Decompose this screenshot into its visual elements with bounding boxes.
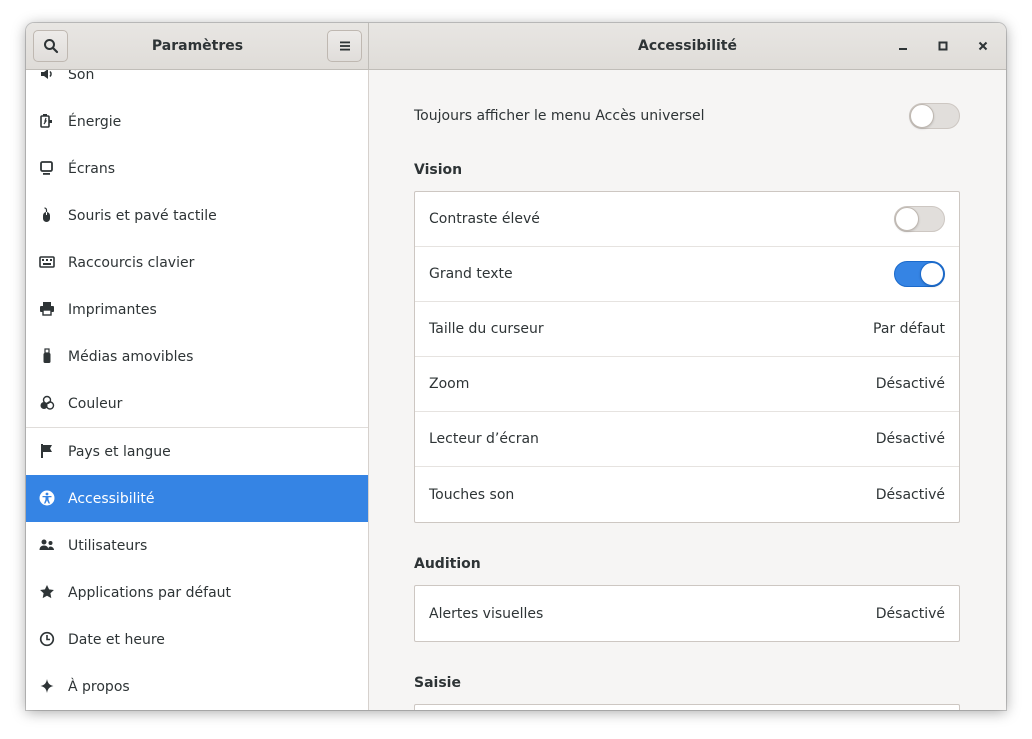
sidebar-item-label: Date et heure (68, 631, 165, 648)
high-contrast-switch[interactable] (894, 206, 945, 232)
sidebar-item-color[interactable]: Couleur (26, 380, 368, 427)
row-label: Contraste élevé (429, 211, 540, 227)
users-icon (39, 537, 55, 553)
row-value: Désactivé (875, 431, 945, 447)
always-show-label: Toujours afficher le menu Accès universe… (414, 108, 705, 124)
mouse-icon (39, 207, 55, 223)
sidebar-item-label: Souris et pavé tactile (68, 207, 217, 224)
sidebar: Son Énergie Écrans Souris et pavé tactil… (26, 70, 369, 710)
keyboard-icon (39, 254, 55, 270)
vision-list: Contraste élevé Grand texte Taille du cu… (414, 191, 960, 523)
sidebar-title: Paramètres (151, 38, 244, 54)
color-icon (39, 395, 55, 411)
settings-window: Paramètres Accessibilité Son Énergie Écr… (26, 23, 1006, 710)
accessibility-icon (39, 490, 55, 506)
row-visual-alerts[interactable]: Alertes visuelles Désactivé (415, 586, 959, 641)
section-title-vision: Vision (414, 162, 463, 178)
content-header: Accessibilité (369, 23, 1006, 69)
row-label: Grand texte (429, 266, 513, 282)
usb-drive-icon (39, 348, 55, 364)
maximize-icon (938, 41, 948, 51)
row-zoom[interactable]: Zoom Désactivé (415, 357, 959, 412)
sidebar-item-label: Utilisateurs (68, 537, 148, 554)
large-text-switch[interactable] (894, 261, 945, 287)
sidebar-item-region[interactable]: Pays et langue (26, 428, 368, 475)
flag-icon (39, 443, 55, 459)
sidebar-item-default-apps[interactable]: Applications par défaut (26, 569, 368, 616)
switch-knob (910, 104, 934, 128)
row-value: Par défaut (873, 321, 945, 337)
sidebar-item-label: Imprimantes (68, 301, 157, 318)
search-button[interactable] (33, 30, 68, 62)
always-show-row: Toujours afficher le menu Accès universe… (414, 101, 960, 131)
sidebar-item-label: À propos (68, 678, 130, 695)
sidebar-item-label: Pays et langue (68, 443, 171, 460)
speaker-icon (39, 70, 55, 82)
sidebar-item-about[interactable]: À propos (26, 663, 368, 710)
sidebar-item-date-time[interactable]: Date et heure (26, 616, 368, 663)
sidebar-item-printers[interactable]: Imprimantes (26, 286, 368, 333)
sidebar-item-displays[interactable]: Écrans (26, 145, 368, 192)
sparkle-icon (39, 678, 55, 694)
sidebar-item-label: Énergie (68, 113, 122, 130)
row-sound-keys[interactable]: Touches son Désactivé (415, 467, 959, 522)
sidebar-item-mouse[interactable]: Souris et pavé tactile (26, 192, 368, 239)
typing-list (414, 704, 960, 710)
sidebar-item-label: Applications par défaut (68, 584, 232, 601)
sidebar-item-label: Accessibilité (68, 490, 155, 507)
switch-knob (895, 207, 919, 231)
printer-icon (39, 301, 55, 317)
header-bar: Paramètres Accessibilité (26, 23, 1006, 70)
maximize-button[interactable] (931, 34, 955, 58)
row-label: Zoom (429, 376, 470, 392)
sidebar-item-power[interactable]: Énergie (26, 98, 368, 145)
minimize-button[interactable] (891, 34, 915, 58)
row-label: Lecteur d’écran (429, 431, 539, 447)
clock-icon (39, 631, 55, 647)
minimize-icon (899, 48, 907, 50)
close-icon (978, 41, 988, 51)
sidebar-item-sound[interactable]: Son (26, 70, 368, 98)
hamburger-menu-icon (339, 41, 350, 51)
sidebar-header: Paramètres (26, 23, 369, 69)
section-title-typing: Saisie (414, 675, 461, 691)
sidebar-item-label: Couleur (68, 395, 123, 412)
row-high-contrast[interactable]: Contraste élevé (415, 192, 959, 247)
row-screen-reader[interactable]: Lecteur d’écran Désactivé (415, 412, 959, 467)
star-icon (39, 584, 55, 600)
search-icon (43, 39, 58, 54)
sidebar-item-label: Son (68, 70, 95, 83)
row-value: Désactivé (875, 486, 945, 503)
row-large-text[interactable]: Grand texte (415, 247, 959, 302)
row-label: Alertes visuelles (429, 605, 544, 622)
hearing-list: Alertes visuelles Désactivé (414, 585, 960, 642)
menu-button[interactable] (327, 30, 362, 62)
row-cursor-size[interactable]: Taille du curseur Par défaut (415, 302, 959, 357)
sidebar-item-removable-media[interactable]: Médias amovibles (26, 333, 368, 380)
switch-knob (920, 262, 944, 286)
row-label: Taille du curseur (429, 321, 544, 337)
section-title-hearing: Audition (414, 556, 481, 572)
sidebar-item-accessibility[interactable]: Accessibilité (26, 475, 368, 522)
sidebar-item-label: Écrans (68, 160, 116, 177)
row-value: Désactivé (875, 605, 945, 622)
sidebar-item-users[interactable]: Utilisateurs (26, 522, 368, 569)
always-show-switch[interactable] (909, 103, 960, 129)
power-icon (39, 113, 55, 129)
display-icon (39, 160, 55, 176)
row-label: Touches son (429, 486, 515, 503)
accessibility-panel: Toujours afficher le menu Accès universe… (369, 70, 1006, 710)
row-value: Désactivé (875, 376, 945, 392)
close-button[interactable] (971, 34, 995, 58)
sidebar-item-label: Médias amovibles (68, 348, 194, 365)
sidebar-item-label: Raccourcis clavier (68, 254, 195, 271)
sidebar-item-keyboard[interactable]: Raccourcis clavier (26, 239, 368, 286)
